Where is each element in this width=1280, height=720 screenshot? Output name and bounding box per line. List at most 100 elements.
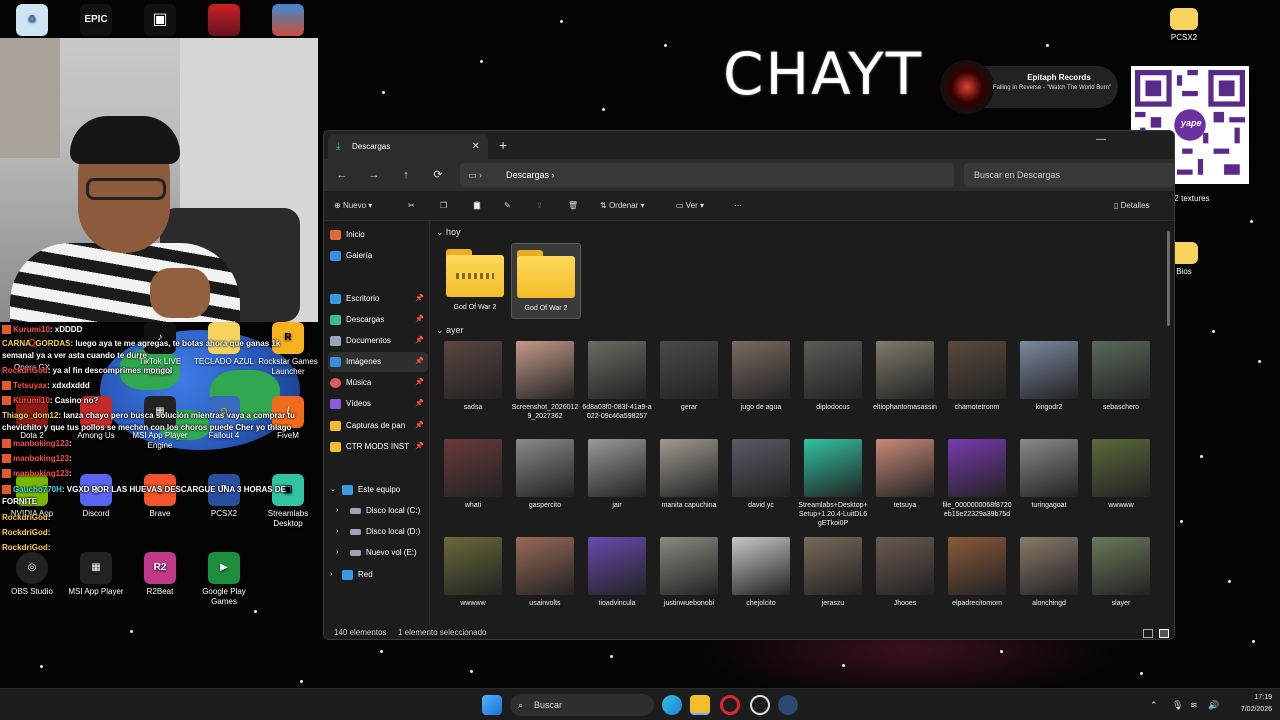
close-tab-icon[interactable]: ✕ xyxy=(472,134,480,160)
file-item-image[interactable]: gerar xyxy=(654,341,724,412)
sidebar-item-disco-d[interactable]: › Disco local (D:) xyxy=(328,522,428,542)
file-item-image[interactable]: chamotetronm xyxy=(942,341,1012,412)
minimize-button[interactable]: — xyxy=(1096,131,1106,149)
group-header-yesterday[interactable]: ⌄ ayer xyxy=(436,325,464,336)
sidebar-item-capturas[interactable]: Capturas de pan 📌 xyxy=(328,416,428,436)
chat-message: RockdriGod: xyxy=(2,543,51,552)
refresh-icon[interactable]: ⟳ xyxy=(428,165,448,185)
sidebar-item-galeria[interactable]: Galería xyxy=(328,246,428,266)
paste-icon[interactable]: 📋 xyxy=(472,198,482,214)
chevron-down-icon[interactable]: ⌄ xyxy=(330,480,336,500)
file-item-image[interactable]: kingodr2 xyxy=(1014,341,1084,412)
taskbar-search[interactable]: ⌕ Buscar xyxy=(510,694,654,716)
sidebar-item-videos[interactable]: Vídeos 📌 xyxy=(328,394,428,414)
file-item-image[interactable]: david yc xyxy=(726,439,796,510)
rename-icon[interactable]: ✎ xyxy=(504,198,511,214)
copy-icon[interactable]: ❐ xyxy=(440,198,447,214)
path-box[interactable]: ▭ › Descargas › xyxy=(460,163,954,187)
file-item-image[interactable]: 6d8a03f0-083f-41a9-a022-09c46a598257 xyxy=(582,341,652,421)
sidebar-item-red[interactable]: › Red xyxy=(328,565,428,585)
chevron-right-icon[interactable]: › xyxy=(336,501,338,521)
edge-icon[interactable] xyxy=(662,695,682,715)
file-item-image[interactable]: jair xyxy=(582,439,652,510)
file-item-image[interactable]: gaspercito xyxy=(510,439,580,510)
file-item-zip[interactable]: God Of War 2 xyxy=(440,243,510,319)
desktop-icon-recycle-bin[interactable]: ♻ xyxy=(0,4,64,39)
microphone-icon[interactable]: 🎙 xyxy=(1172,695,1183,715)
chevron-right-icon[interactable]: › xyxy=(336,543,338,563)
file-item-image[interactable]: eltiophantomasassin xyxy=(870,341,940,412)
file-item-image[interactable]: justinwuebonobi xyxy=(654,537,724,608)
sidebar-item-documentos[interactable]: Documentos 📌 xyxy=(328,331,428,351)
file-item-image[interactable]: file_0000000068f8720eb15e22329a39b75d xyxy=(942,439,1012,519)
tray-chevron-icon[interactable]: ⌃ xyxy=(1150,695,1158,715)
file-item-image[interactable]: wwwww xyxy=(438,537,508,608)
file-item-image[interactable]: sadsa xyxy=(438,341,508,412)
file-item-image[interactable]: manita capuchina xyxy=(654,439,724,510)
desktop-icon-epic-games[interactable]: EPIC xyxy=(64,4,128,39)
file-item-image[interactable]: whati xyxy=(438,439,508,510)
sidebar-item-disco-c[interactable]: › Disco local (C:) xyxy=(328,501,428,521)
forward-icon[interactable]: → xyxy=(364,165,384,185)
desktop-icon-label: MSI App Player xyxy=(68,587,124,596)
file-item-image[interactable]: slayer xyxy=(1086,537,1156,608)
details-view-icon[interactable] xyxy=(1143,629,1153,638)
details-button[interactable]: ▯ Detalles xyxy=(1114,198,1150,214)
search-input[interactable]: Buscar en Descargas xyxy=(964,163,1174,187)
sidebar-item-ctr-mods[interactable]: CTR MODS INST 📌 xyxy=(328,437,428,457)
file-item-image[interactable]: jeraszu xyxy=(798,537,868,608)
cut-icon[interactable]: ✂ xyxy=(408,198,415,214)
file-item-image[interactable]: Jhooes xyxy=(870,537,940,608)
desktop-icon-game-2[interactable] xyxy=(256,4,320,39)
new-button[interactable]: ⊕ Nuevo ▾ xyxy=(334,198,372,214)
sidebar-item-imagenes[interactable]: Imágenes 📌 xyxy=(328,352,428,372)
taskbar-clock[interactable]: 17:19 7/02/2026 xyxy=(1222,692,1272,716)
view-button[interactable]: ▭ Ver ▾ xyxy=(676,198,704,214)
group-header-today[interactable]: ⌄ hoy xyxy=(436,227,461,238)
file-item-image[interactable]: sebaschero xyxy=(1086,341,1156,412)
file-item-image[interactable]: chejolcito xyxy=(726,537,796,608)
sidebar-item-musica[interactable]: Música 📌 xyxy=(328,373,428,393)
sort-button[interactable]: ⇅ Ordenar ▾ xyxy=(600,198,645,214)
chevron-right-icon[interactable]: › xyxy=(330,565,332,585)
back-icon[interactable]: ← xyxy=(332,165,352,185)
new-tab-button[interactable]: + xyxy=(499,134,507,156)
file-explorer-taskbar-icon[interactable] xyxy=(690,695,710,715)
delete-icon[interactable]: 🗑 xyxy=(568,198,578,214)
wifi-icon[interactable]: ≋ xyxy=(1190,695,1198,715)
more-options-icon[interactable]: ··· xyxy=(734,198,742,214)
sidebar-item-nuevo-vol[interactable]: › Nuevo vol (E:) xyxy=(328,543,428,563)
file-item-image[interactable]: elpadrecitomom xyxy=(942,537,1012,608)
sidebar-item-este-equipo[interactable]: ⌄ Este equipo xyxy=(328,480,428,500)
sidebar-item-descargas[interactable]: Descargas 📌 xyxy=(328,310,428,330)
chevron-right-icon[interactable]: › xyxy=(336,522,338,542)
file-item-image[interactable]: alonchingd xyxy=(1014,537,1084,608)
file-item-image[interactable]: tioadvincula xyxy=(582,537,652,608)
tab-descargas[interactable]: ⤓ Descargas ✕ xyxy=(328,134,488,160)
desktop-icon-game-1[interactable] xyxy=(192,4,256,39)
desktop-icon-roblox[interactable]: ▣ xyxy=(128,4,192,39)
share-icon[interactable]: ⇪ xyxy=(536,198,543,214)
file-item-image[interactable]: diplodocus xyxy=(798,341,868,412)
sidebar-item-inicio[interactable]: Inicio xyxy=(328,225,428,245)
sidebar-item-escritorio[interactable]: Escritorio 📌 xyxy=(328,289,428,309)
file-item-image[interactable]: usainvolts xyxy=(510,537,580,608)
up-icon[interactable]: ↑ xyxy=(396,165,416,185)
steam-icon[interactable] xyxy=(778,695,798,715)
start-button[interactable] xyxy=(482,695,502,715)
file-item-image[interactable]: Screenshot_20260129_2027362 xyxy=(510,341,580,421)
opera-icon[interactable] xyxy=(720,695,740,715)
scrollbar[interactable] xyxy=(1167,231,1170,326)
file-name: file_0000000068f8720eb15e22329a39b75d xyxy=(942,502,1012,518)
file-item-image[interactable]: tetsuya xyxy=(870,439,940,510)
file-item-folder[interactable]: God Of War 2 xyxy=(511,243,581,319)
volume-icon[interactable]: 🔊 xyxy=(1208,695,1219,715)
desktop-icon-pcsx2-folder[interactable]: PCSX2 xyxy=(1152,8,1216,43)
breadcrumb[interactable]: Descargas › xyxy=(506,163,555,187)
file-item-image[interactable]: turingagoat xyxy=(1014,439,1084,510)
app-icon[interactable] xyxy=(750,695,770,715)
file-item-image[interactable]: Streamlabs+Desktop+Setup+1.20.4-LuitDL6g… xyxy=(798,439,868,528)
tiles-view-icon[interactable] xyxy=(1159,629,1169,638)
file-item-image[interactable]: wwwww xyxy=(1086,439,1156,510)
file-item-image[interactable]: jugo de agua xyxy=(726,341,796,412)
